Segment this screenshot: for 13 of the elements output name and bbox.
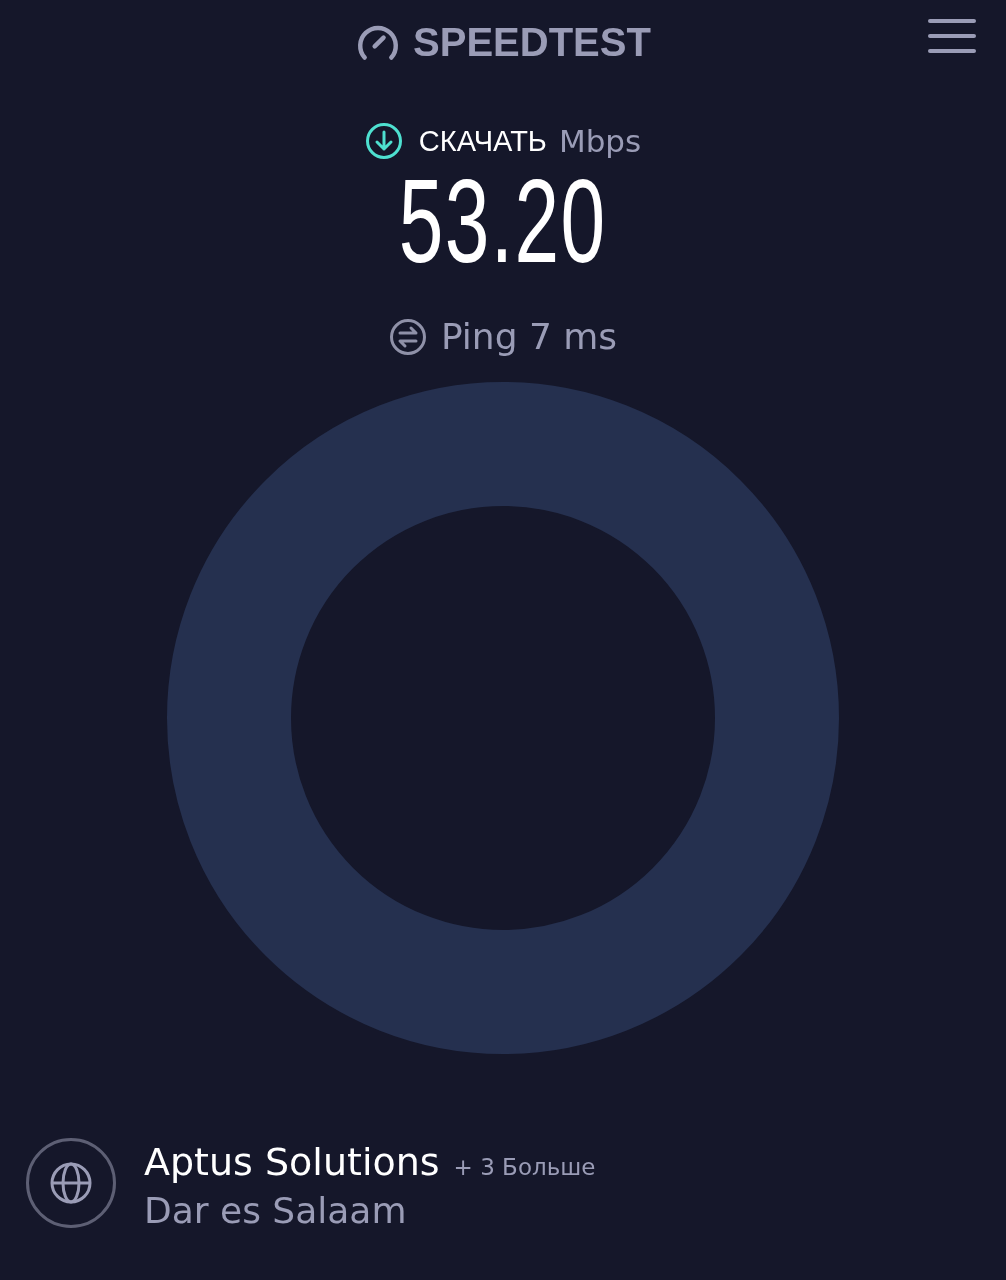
server-name: Aptus Solutions	[144, 1140, 440, 1184]
speed-value: 53.20	[399, 162, 607, 280]
ping-value: Ping 7 ms	[440, 316, 618, 357]
app-logo: SPEEDTEST	[413, 19, 651, 65]
globe-icon	[49, 1161, 93, 1205]
menu-icon[interactable]	[928, 18, 976, 54]
globe-button[interactable]	[26, 1138, 116, 1228]
server-location: Dar es Salaam	[144, 1190, 408, 1231]
more-servers-link[interactable]: + 3 Больше	[453, 1154, 596, 1180]
ping-icon	[388, 317, 427, 356]
unit-label: Mbps	[558, 123, 642, 159]
download-icon	[364, 122, 403, 160]
download-label: СКАЧАТЬ	[418, 124, 547, 158]
